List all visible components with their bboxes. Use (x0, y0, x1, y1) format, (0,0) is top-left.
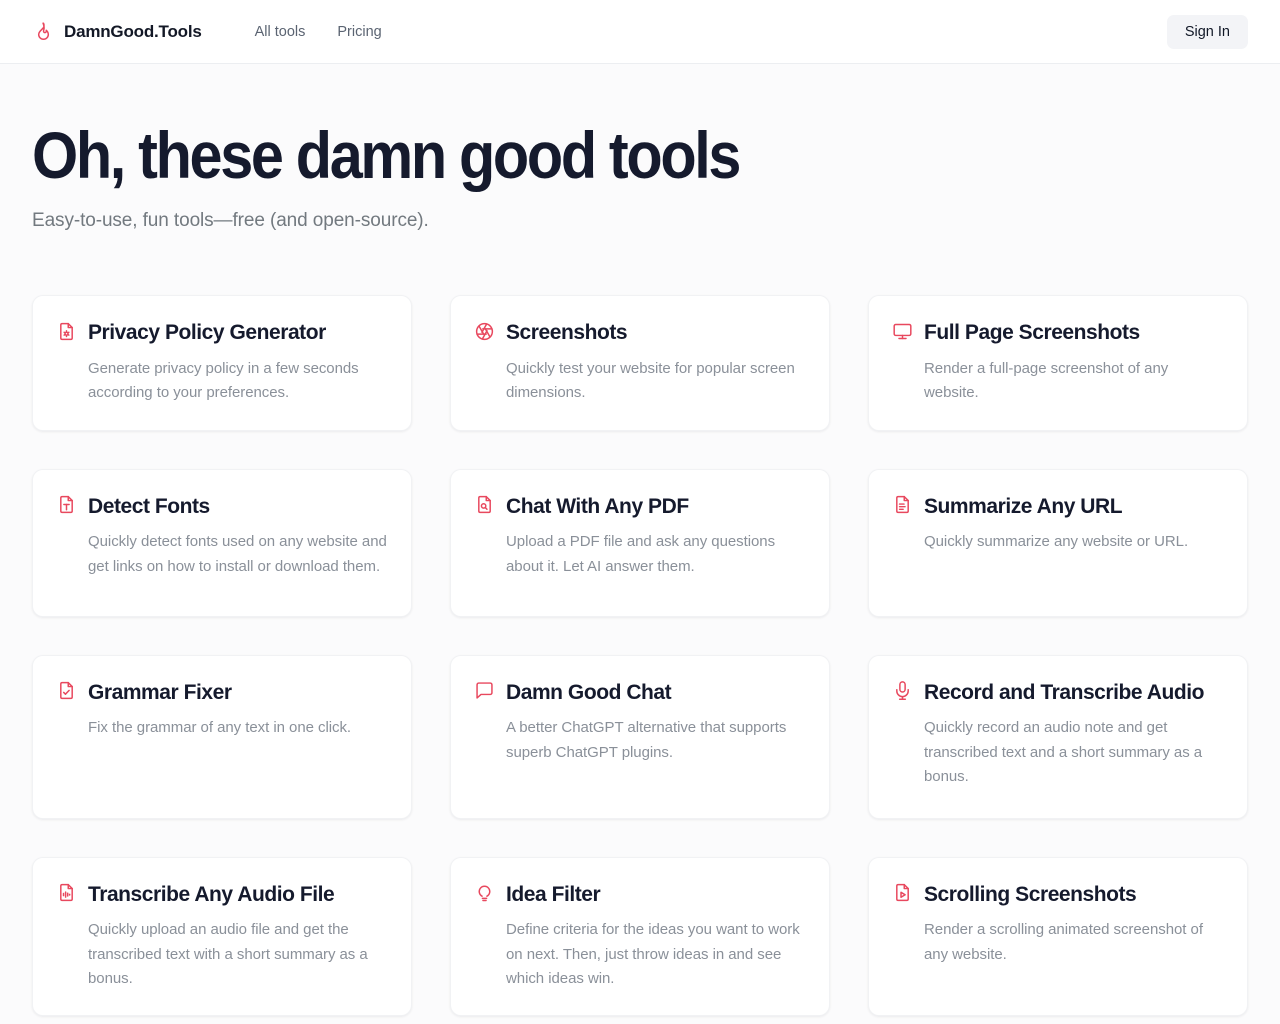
tool-card-description: Quickly upload an audio file and get the… (88, 921, 368, 987)
tool-card-title: Damn Good Chat (506, 680, 672, 704)
tool-card[interactable]: Full Page Screenshots Render a full-page … (868, 295, 1248, 431)
page-subtitle: Easy-to-use, fun tools—free (and open-so… (32, 210, 429, 231)
tool-card-title: Screenshots (506, 321, 628, 344)
tool-card[interactable]: Idea Filter Define criteria for the ideas… (450, 856, 830, 1017)
tool-card-title: Privacy Policy Generator (88, 321, 326, 344)
tool-card[interactable]: Chat With Any PDF Upload a PDF file and a… (450, 468, 830, 617)
document-type-icon (55, 494, 77, 516)
nav-item-all-tools[interactable]: All tools (255, 24, 306, 40)
lightbulb-icon (473, 882, 495, 904)
tool-card[interactable]: Screenshots Quickly test your website for… (450, 295, 830, 431)
tool-card-description: Fix the grammar of any text in one click… (88, 719, 352, 737)
document-lines-icon (891, 494, 913, 516)
top-navigation-bar: DamnGood.Tools All tools Pricing Sign In (0, 0, 1280, 64)
main-nav: All tools Pricing (255, 24, 382, 40)
tool-card-title: Scrolling Screenshots (924, 882, 1137, 906)
aperture-icon (473, 320, 495, 342)
tool-card-header: Transcribe Any Audio File (55, 879, 389, 911)
tool-card[interactable]: Grammar Fixer Fix the grammar of any text… (32, 654, 412, 819)
tool-card-title: Detect Fonts (88, 494, 210, 518)
document-check-icon (55, 680, 77, 702)
tool-card[interactable]: Detect Fonts Quickly detect fonts used on… (32, 468, 412, 617)
tool-card-description: Generate privacy policy in a few seconds… (88, 359, 359, 402)
tool-card-description: Quickly test your website for popular sc… (506, 359, 795, 402)
document-search-icon (473, 494, 495, 516)
tool-card-description: A better ChatGPT alternative that suppor… (506, 719, 787, 761)
document-play-icon (891, 882, 913, 904)
tool-card[interactable]: Transcribe Any Audio File Quickly upload … (32, 856, 412, 1017)
tool-card-title: Grammar Fixer (88, 680, 232, 704)
tool-card[interactable]: Summarize Any URL Quickly summarize any w… (868, 468, 1248, 617)
tool-card-description: Quickly detect fonts used on any website… (88, 533, 387, 575)
tool-card-description: Upload a PDF file and ask any questions … (506, 533, 776, 575)
microphone-icon (891, 680, 913, 702)
tools-grid: Privacy Policy Generator Generate privacy… (0, 232, 1280, 1017)
tool-card-header: Idea Filter (473, 879, 807, 911)
tool-card-description: Render a scrolling animated screenshot o… (924, 921, 1203, 963)
nav-item-pricing[interactable]: Pricing (337, 24, 381, 40)
tool-card-header: Privacy Policy Generator (55, 317, 389, 349)
tool-card-title: Idea Filter (506, 882, 601, 906)
document-audio-icon (55, 882, 77, 904)
tool-card-header: Chat With Any PDF (473, 491, 807, 523)
tool-card-title: Transcribe Any Audio File (88, 882, 335, 906)
chat-bubble-icon (473, 680, 495, 702)
tool-card-title: Full Page Screenshots (924, 321, 1140, 344)
tool-card-description: Quickly record an audio note and get tra… (924, 719, 1203, 785)
tool-card-header: Record and Transcribe Audio (891, 677, 1225, 709)
flame-icon (32, 21, 54, 43)
tool-card[interactable]: Scrolling Screenshots Render a scrolling … (868, 856, 1248, 1017)
tool-card-header: Damn Good Chat (473, 677, 807, 709)
tool-card-header: Full Page Screenshots (891, 317, 1225, 349)
sign-in-button[interactable]: Sign In (1166, 14, 1248, 49)
tool-card-header: Summarize Any URL (891, 491, 1225, 523)
tool-card-description: Define criteria for the ideas you want t… (506, 921, 800, 987)
monitor-icon (891, 320, 913, 342)
tool-card-header: Detect Fonts (55, 491, 389, 523)
tool-card-title: Chat With Any PDF (506, 494, 689, 518)
tool-card-header: Scrolling Screenshots (891, 879, 1225, 911)
tool-card-header: Grammar Fixer (55, 677, 389, 709)
brand-name: DamnGood.Tools (64, 21, 202, 41)
tool-card-title: Record and Transcribe Audio (924, 680, 1204, 704)
document-gear-icon (55, 320, 77, 342)
tool-card-description: Quickly summarize any website or URL. (924, 533, 1189, 551)
hero-section: Oh, these damn good tools Easy-to-use, f… (0, 64, 1280, 232)
tool-card[interactable]: Record and Transcribe Audio Quickly recor… (868, 654, 1248, 819)
tool-card-description: Render a full-page screenshot of any web… (924, 359, 1169, 402)
page-title: Oh, these damn good tools (32, 118, 741, 192)
tool-card[interactable]: Privacy Policy Generator Generate privacy… (32, 295, 412, 431)
brand-logo-link[interactable]: DamnGood.Tools (32, 21, 202, 43)
tool-card-header: Screenshots (473, 317, 807, 349)
tool-card-title: Summarize Any URL (924, 494, 1123, 518)
tool-card[interactable]: Damn Good Chat A better ChatGPT alternati… (450, 654, 830, 819)
